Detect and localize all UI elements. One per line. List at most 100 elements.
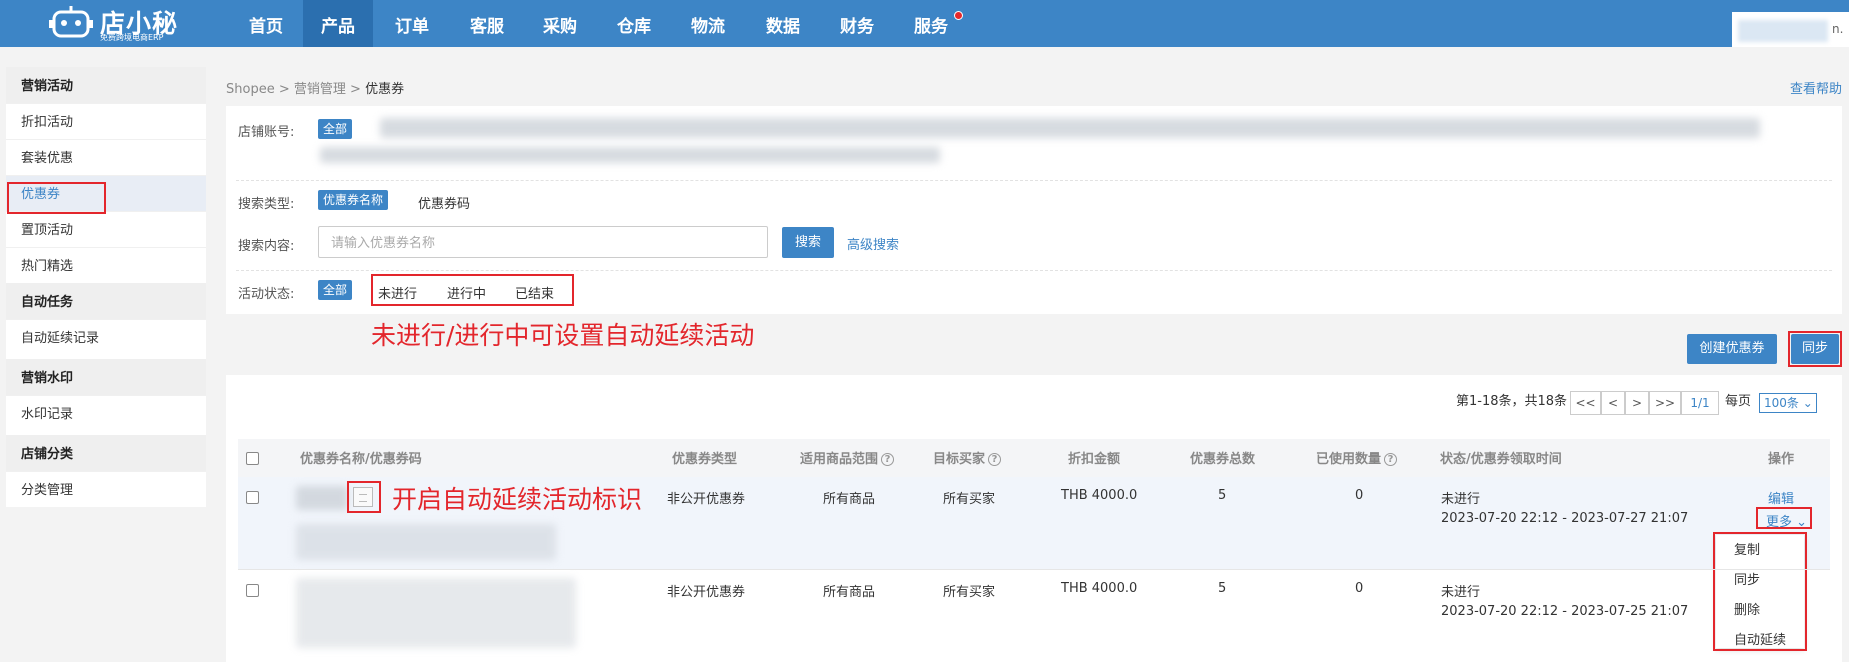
nav-warehouse[interactable]: 仓库 <box>612 0 656 47</box>
user-account[interactable]: n. <box>1732 12 1849 47</box>
sidebar-group-watermark: 营销水印 <box>6 359 206 395</box>
pager-page[interactable]: 1/1 <box>1681 391 1719 415</box>
logo-subtitle: 免费跨境电商ERP <box>100 33 164 42</box>
row1-total: 5 <box>1218 488 1227 503</box>
row2-scope: 所有商品 <box>823 585 876 600</box>
search-type-code[interactable]: 优惠券码 <box>418 193 470 212</box>
row2-used: 0 <box>1355 581 1364 596</box>
status-all-tag[interactable]: 全部 <box>318 280 353 300</box>
sidebar-item-discount[interactable]: 折扣活动 <box>6 103 206 139</box>
per-page-select[interactable]: 100条 ⌄ <box>1759 393 1817 413</box>
breadcrumb-sep: > <box>278 82 290 97</box>
sidebar-item-hot[interactable]: 热门精选 <box>6 247 206 283</box>
nav-services[interactable]: 服务 <box>909 0 953 47</box>
th-status: 状态/优惠券领取时间 <box>1440 452 1562 467</box>
breadcrumb-shopee[interactable]: Shopee <box>226 82 275 97</box>
table-header <box>238 439 1830 477</box>
highlight-sync <box>1788 331 1842 367</box>
th-total: 优惠券总数 <box>1190 452 1256 467</box>
robot-logo-icon <box>49 6 93 38</box>
search-type-name[interactable]: 优惠券名称 <box>318 190 389 210</box>
highlight-auto-icon <box>347 481 381 513</box>
sidebar-group-marketing: 营销活动 <box>6 67 206 103</box>
row-checkbox[interactable] <box>246 491 259 504</box>
th-scope: 适用商品范围? <box>800 448 895 467</box>
annotation-icon-note: 开启自动延续活动标识 <box>392 485 643 514</box>
pager-first[interactable]: << <box>1570 391 1601 415</box>
nav-service[interactable]: 客服 <box>465 0 509 47</box>
th-buyer: 目标买家? <box>933 448 1002 467</box>
user-name-suffix: n. <box>1832 22 1844 36</box>
help-icon[interactable]: ? <box>881 453 895 466</box>
row2-buyer: 所有买家 <box>943 585 996 600</box>
highlight-coupon <box>7 182 106 214</box>
th-type: 优惠券类型 <box>672 452 738 467</box>
nav-home[interactable]: 首页 <box>244 0 288 47</box>
breadcrumb-sep: > <box>350 82 361 97</box>
user-name-blur <box>1738 20 1828 42</box>
status-label: 活动状态: <box>238 287 295 302</box>
highlight-more <box>1756 507 1812 529</box>
help-link[interactable]: 查看帮助 <box>1790 78 1842 97</box>
th-name: 优惠券名称/优惠券码 <box>300 452 422 467</box>
th-buyer-label: 目标买家 <box>933 452 986 467</box>
search-type-label: 搜索类型: <box>238 197 295 212</box>
search-button[interactable]: 搜索 <box>782 227 834 258</box>
coupon-code-blur <box>296 524 556 560</box>
sidebar-item-category[interactable]: 分类管理 <box>6 471 206 507</box>
nav-products[interactable]: 产品 <box>303 0 373 47</box>
shop-label: 店铺账号: <box>238 125 295 140</box>
row-divider <box>238 569 1830 570</box>
divider <box>236 270 1832 271</box>
nav-orders[interactable]: 订单 <box>390 0 434 47</box>
sidebar-group-category: 店铺分类 <box>6 435 206 471</box>
row1-type: 非公开优惠券 <box>667 492 746 507</box>
row1-buyer: 所有买家 <box>943 492 996 507</box>
pager-next[interactable]: > <box>1625 391 1649 415</box>
coupon-name-blur <box>296 486 348 510</box>
row2-time: 2023-07-20 22:12 - 2023-07-25 21:07 <box>1441 604 1689 619</box>
pager-prev[interactable]: < <box>1601 391 1625 415</box>
shop-list-blur <box>380 118 1760 138</box>
shop-all-tag[interactable]: 全部 <box>318 119 353 139</box>
row2-total: 5 <box>1218 581 1227 596</box>
divider <box>236 180 1832 181</box>
per-page-label: 每页 <box>1725 394 1752 409</box>
nav-purchase[interactable]: 采购 <box>538 0 582 47</box>
logo[interactable]: 店小秘 免费跨境电商ERP <box>48 2 178 42</box>
th-actions: 操作 <box>1768 452 1795 467</box>
annotation-status-note: 未进行/进行中可设置自动延续活动 <box>371 321 755 350</box>
row1-time: 2023-07-20 22:12 - 2023-07-27 21:07 <box>1441 511 1689 526</box>
row2-status: 未进行 <box>1441 585 1481 600</box>
sidebar-group-auto: 自动任务 <box>6 283 206 319</box>
top-navbar: 店小秘 免费跨境电商ERP 首页 产品 订单 客服 采购 仓库 物流 数据 财务… <box>0 0 1849 47</box>
breadcrumb-marketing[interactable]: 营销管理 <box>294 82 346 97</box>
highlight-status <box>371 274 574 306</box>
breadcrumb: Shopee > 营销管理 > 优惠券 <box>226 78 404 97</box>
row1-used: 0 <box>1355 488 1364 503</box>
sidebar-item-auto-record[interactable]: 自动延续记录 <box>6 319 206 355</box>
nav-logistics[interactable]: 物流 <box>686 0 730 47</box>
advanced-search-link[interactable]: 高级搜索 <box>847 234 899 253</box>
nav-data[interactable]: 数据 <box>761 0 805 47</box>
breadcrumb-current: 优惠券 <box>365 82 405 97</box>
sidebar-item-top[interactable]: 置顶活动 <box>6 211 206 247</box>
edit-link[interactable]: 编辑 <box>1768 488 1794 507</box>
help-icon[interactable]: ? <box>988 453 1002 466</box>
create-coupon-button[interactable]: 创建优惠券 <box>1687 334 1777 364</box>
row1-status: 未进行 <box>1441 492 1481 507</box>
row1-scope: 所有商品 <box>823 492 876 507</box>
th-amount: 折扣金额 <box>1068 452 1121 467</box>
search-content-label: 搜索内容: <box>238 239 295 254</box>
sidebar-item-watermark[interactable]: 水印记录 <box>6 395 206 431</box>
search-input[interactable] <box>318 226 768 258</box>
select-all-checkbox[interactable] <box>246 452 259 465</box>
per-page-value: 100条 <box>1764 396 1799 410</box>
row-checkbox[interactable] <box>246 584 259 597</box>
pager-summary: 第1-18条，共18条 <box>1456 394 1568 409</box>
th-used-label: 已使用数量 <box>1316 452 1382 467</box>
help-icon[interactable]: ? <box>1384 453 1398 466</box>
sidebar-item-bundle[interactable]: 套装优惠 <box>6 139 206 175</box>
nav-finance[interactable]: 财务 <box>835 0 879 47</box>
pager-last[interactable]: >> <box>1649 391 1681 415</box>
